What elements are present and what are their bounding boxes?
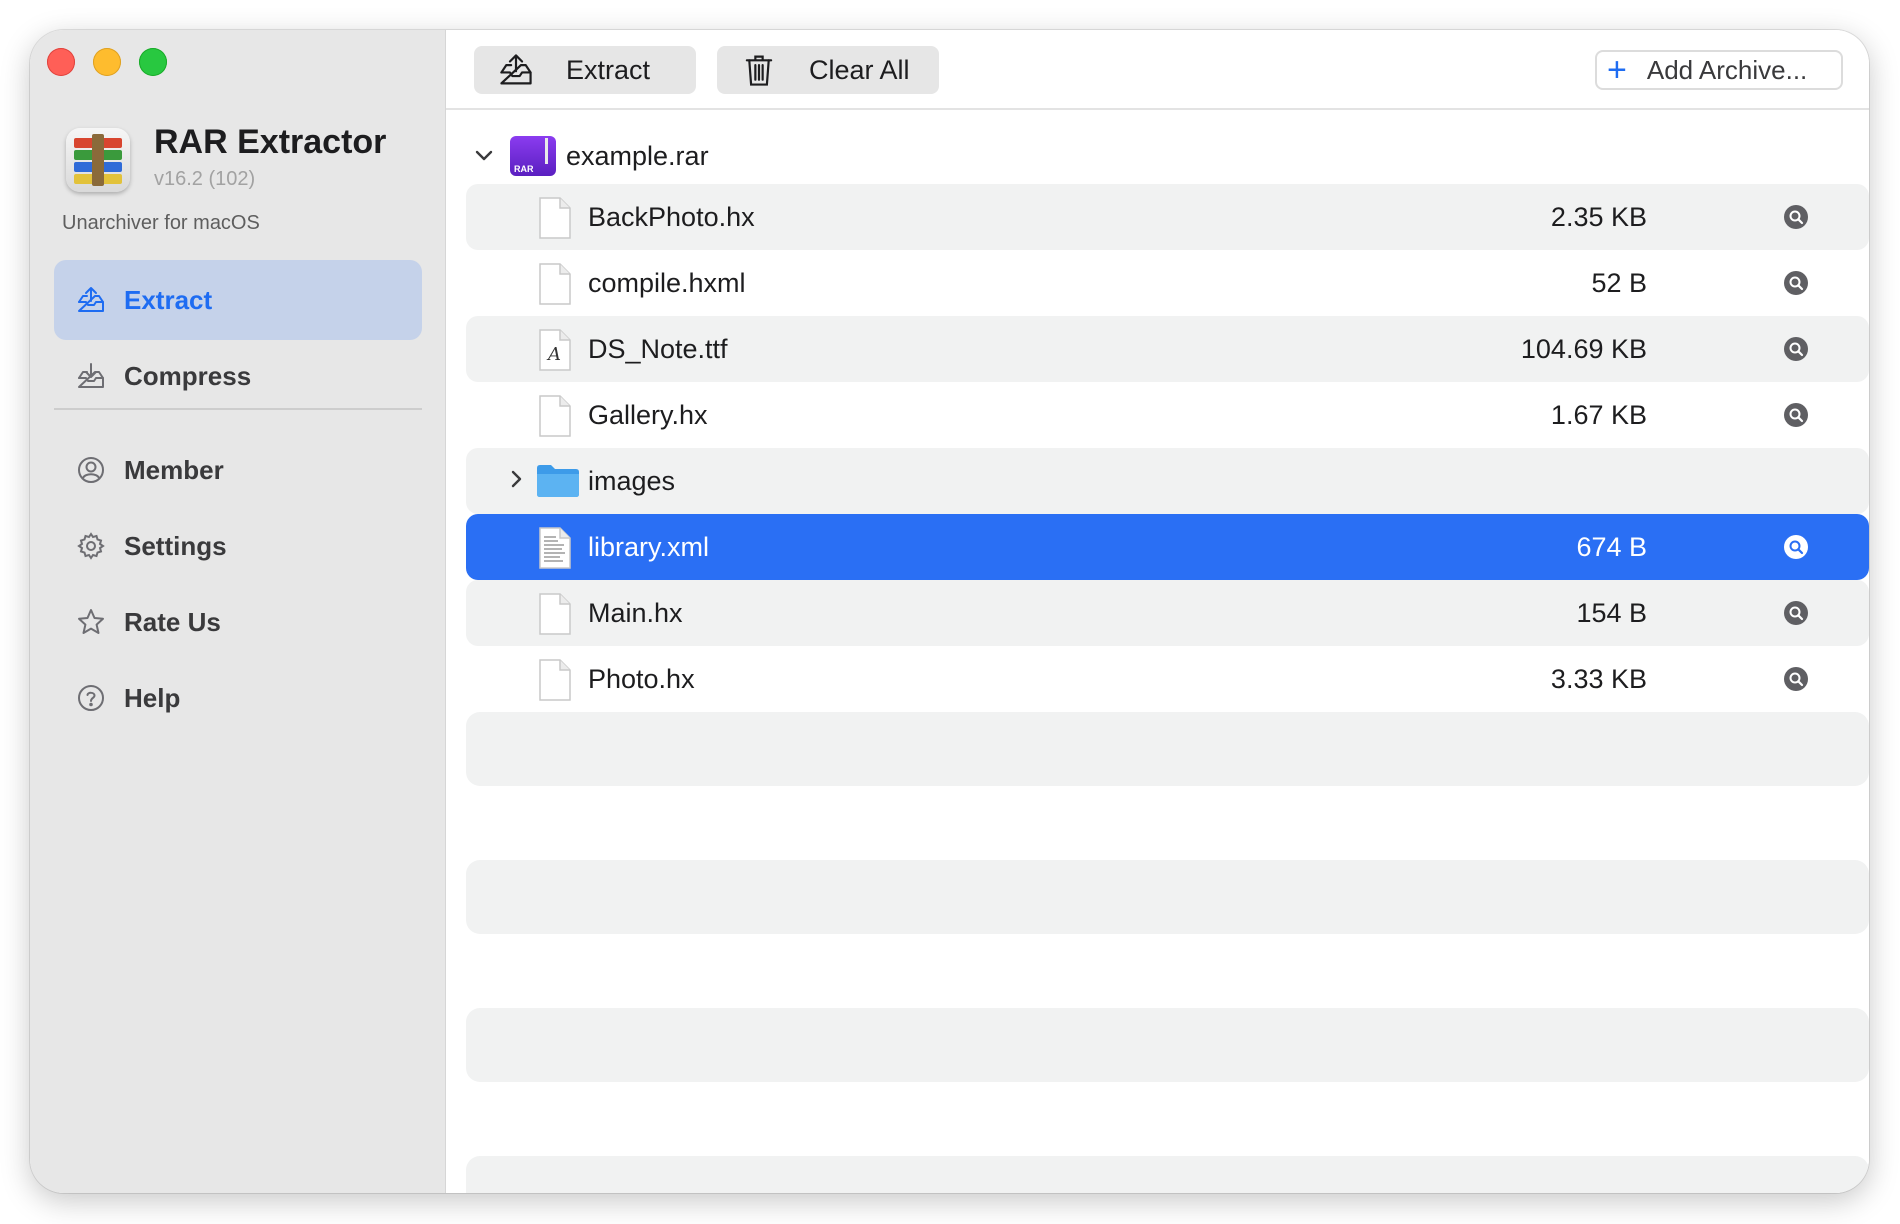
document-icon [538, 593, 572, 635]
clear-all-button-label: Clear All [809, 54, 910, 85]
font-file-icon: A [538, 329, 572, 371]
folder-icon [536, 462, 580, 498]
tray-upload-icon [76, 285, 106, 315]
tray-download-icon [76, 361, 106, 391]
file-name: Photo.hx [588, 663, 695, 694]
tray-upload-icon [496, 50, 536, 90]
file-size: 52 B [1591, 267, 1647, 298]
chevron-right-icon[interactable] [504, 467, 530, 493]
add-archive-label: Add Archive... [1646, 54, 1808, 85]
folder-row[interactable]: images [466, 448, 1869, 514]
file-row[interactable]: Gallery.hx 1.67 KB [466, 382, 1869, 448]
sidebar-item-label: Settings [124, 530, 227, 561]
quick-look-icon[interactable] [1783, 402, 1809, 428]
window-controls [47, 48, 167, 76]
sidebar-item-member[interactable]: Member [54, 430, 422, 510]
empty-row [466, 860, 1869, 934]
sidebar-divider [54, 408, 422, 410]
app-name: RAR Extractor [154, 123, 387, 161]
star-icon [76, 607, 106, 637]
folder-name: images [588, 465, 676, 496]
archive-name: example.rar [566, 140, 709, 171]
sidebar-item-compress[interactable]: Compress [54, 336, 422, 416]
minimize-window-button[interactable] [93, 48, 121, 76]
file-row[interactable]: A DS_Note.ttf 104.69 KB [466, 316, 1869, 382]
quick-look-icon[interactable] [1783, 336, 1809, 362]
sidebar-item-rate-us[interactable]: Rate Us [54, 582, 422, 662]
file-size: 104.69 KB [1520, 333, 1647, 364]
extract-button[interactable]: Extract [474, 46, 696, 94]
document-icon [538, 395, 572, 437]
file-row-selected[interactable]: library.xml 674 B [466, 514, 1869, 580]
file-size: 2.35 KB [1550, 201, 1647, 232]
file-row[interactable]: Main.hx 154 B [466, 580, 1869, 646]
file-row[interactable]: compile.hxml 52 B [466, 250, 1869, 316]
sidebar-item-extract[interactable]: Extract [54, 260, 422, 340]
file-size: 3.33 KB [1550, 663, 1647, 694]
plus-icon: + [1607, 51, 1627, 89]
quick-look-icon[interactable] [1783, 204, 1809, 230]
quick-look-icon[interactable] [1783, 534, 1809, 560]
app-logo [66, 128, 130, 192]
rar-archive-icon: RAR [510, 136, 556, 176]
document-icon [538, 659, 572, 701]
gear-icon [76, 531, 106, 561]
file-name: compile.hxml [588, 267, 746, 298]
file-row[interactable]: Photo.hx 3.33 KB [466, 646, 1869, 712]
main-panel: Extract Clear All + Add Archive... RAR e… [446, 30, 1869, 1193]
xml-file-icon [538, 527, 572, 569]
toolbar: Extract Clear All + Add Archive... [446, 30, 1869, 110]
sidebar-item-label: Compress [124, 360, 252, 391]
app-tagline: Unarchiver for macOS [62, 212, 260, 234]
close-window-button[interactable] [47, 48, 75, 76]
empty-row [466, 1008, 1869, 1082]
sidebar-item-label: Rate Us [124, 606, 221, 637]
sidebar-item-help[interactable]: Help [54, 658, 422, 738]
sidebar: RAR Extractor v16.2 (102) Unarchiver for… [30, 30, 446, 1193]
add-archive-button[interactable]: + Add Archive... [1595, 50, 1843, 90]
sidebar-item-label: Member [124, 454, 224, 485]
empty-row [466, 1156, 1869, 1193]
trash-icon [739, 50, 779, 90]
document-icon [538, 263, 572, 305]
sidebar-item-label: Extract [124, 284, 213, 315]
file-size: 1.67 KB [1550, 399, 1647, 430]
extract-button-label: Extract [566, 54, 651, 85]
file-name: BackPhoto.hx [588, 201, 755, 232]
quick-look-icon[interactable] [1783, 666, 1809, 692]
file-name: Gallery.hx [588, 399, 708, 430]
document-icon [538, 197, 572, 239]
clear-all-button[interactable]: Clear All [717, 46, 939, 94]
empty-row [466, 712, 1869, 786]
file-name: library.xml [588, 531, 709, 562]
sidebar-item-settings[interactable]: Settings [54, 506, 422, 586]
chevron-down-icon[interactable] [470, 142, 498, 170]
file-name: DS_Note.ttf [588, 333, 728, 364]
app-window: RAR Extractor v16.2 (102) Unarchiver for… [30, 30, 1869, 1193]
file-name: Main.hx [588, 597, 683, 628]
app-version: v16.2 (102) [154, 168, 256, 190]
question-circle-icon [76, 683, 106, 713]
quick-look-icon[interactable] [1783, 270, 1809, 296]
quick-look-icon[interactable] [1783, 600, 1809, 626]
file-size: 154 B [1576, 597, 1647, 628]
archive-row[interactable]: RAR example.rar [466, 128, 709, 184]
svg-text:A: A [546, 344, 561, 365]
file-size: 674 B [1576, 531, 1647, 562]
file-row[interactable]: BackPhoto.hx 2.35 KB [466, 184, 1869, 250]
sidebar-item-label: Help [124, 682, 181, 713]
zoom-window-button[interactable] [139, 48, 167, 76]
person-circle-icon [76, 455, 106, 485]
